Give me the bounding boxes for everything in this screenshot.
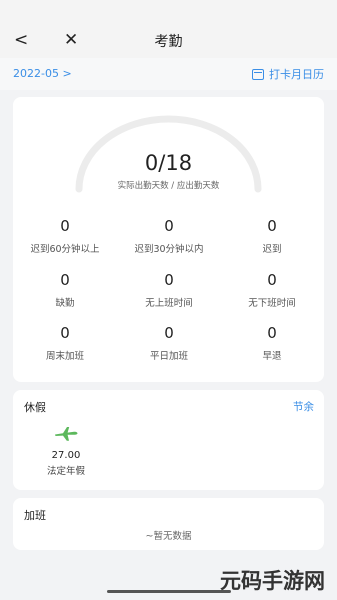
calendar-icon [252,68,264,80]
stat-value: 0 [60,217,70,235]
stat-late[interactable]: 0 迟到 [220,217,324,255]
leave-label: 法定年假 [46,466,85,477]
stat-no-clock-in[interactable]: 0 无上班时间 [117,271,221,309]
calendar-link-label: 打卡月日历 [269,68,324,81]
top-nav-bar: < ✕ 考勤 [0,0,337,58]
overtime-card: 加班 ~暂无数据 [13,498,324,550]
stat-label: 平日加班 [149,351,188,362]
stat-label: 迟到30分钟以内 [134,244,204,255]
stat-value: 0 [164,324,174,342]
home-indicator[interactable] [107,590,231,593]
leave-section-title: 休假 [24,401,46,414]
stat-label: 早退 [262,351,282,362]
overtime-section-title: 加班 [24,509,46,522]
stat-weekend-overtime[interactable]: 0 周末加班 [13,324,117,362]
stat-value: 0 [60,271,70,289]
empty-state-text: ~暂无数据 [145,531,192,542]
stat-early-leave[interactable]: 0 早退 [220,324,324,362]
calendar-link[interactable]: 打卡月日历 [252,66,324,82]
stat-absent[interactable]: 0 缺勤 [13,271,117,309]
leave-balance-link[interactable]: 节余 [293,399,314,414]
stat-value: 0 [164,271,174,289]
stat-label: 周末加班 [45,351,84,362]
month-selector[interactable]: 2022-05 > [13,67,72,80]
stat-label: 迟到60分钟以上 [30,244,100,255]
leave-card: 休假 节余 27.00 法定年假 [13,390,324,490]
watermark: 元码手游网 [220,569,325,593]
stat-weekday-overtime[interactable]: 0 平日加班 [117,324,221,362]
stat-late-over-60[interactable]: 0 迟到60分钟以上 [13,217,117,255]
stat-label: 无下班时间 [248,298,296,309]
month-bar: 2022-05 > 打卡月日历 [0,58,337,90]
stat-value: 0 [60,324,70,342]
attendance-ratio-caption: 实际出勤天数 / 应出勤天数 [117,181,220,191]
stat-label: 无上班时间 [145,298,193,309]
stat-value: 0 [267,217,277,235]
stat-late-within-30[interactable]: 0 迟到30分钟以内 [117,217,221,255]
stat-no-clock-out[interactable]: 0 无下班时间 [220,271,324,309]
page-title: 考勤 [154,34,183,50]
stat-value: 0 [267,271,277,289]
stat-value: 0 [267,324,277,342]
stat-label: 缺勤 [55,298,75,309]
attendance-summary-card: 0/18 实际出勤天数 / 应出勤天数 0 迟到60分钟以上 0 迟到30分钟以… [13,97,324,382]
airplane-icon [55,427,78,441]
leave-item-annual[interactable]: 27.00 法定年假 [21,426,111,477]
leave-value: 27.00 [51,450,81,461]
stat-label: 迟到 [262,244,282,255]
stat-value: 0 [164,217,174,235]
attendance-ratio: 0/18 [144,151,193,175]
